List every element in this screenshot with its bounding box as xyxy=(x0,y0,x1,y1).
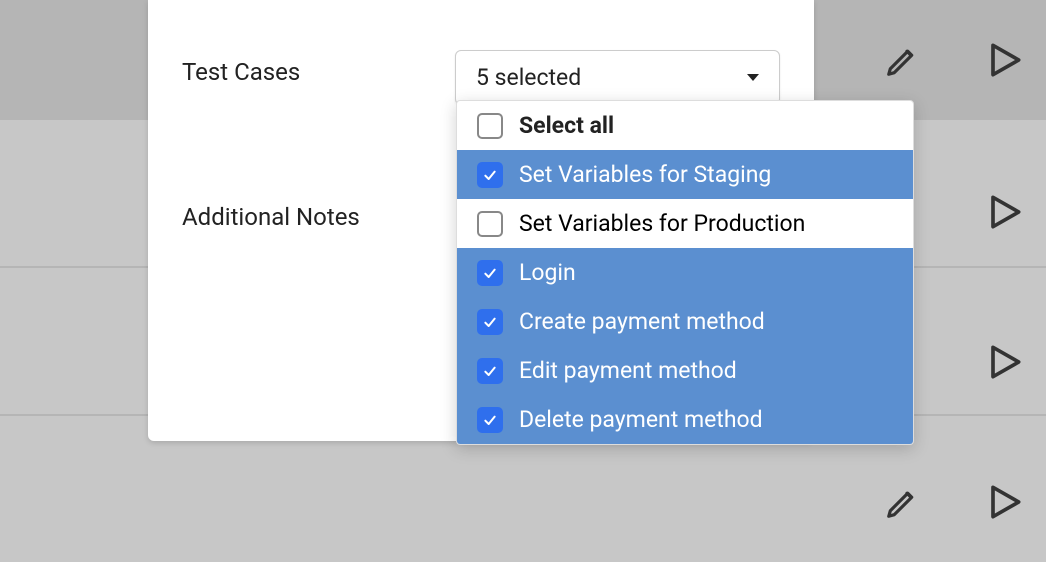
play-icon[interactable] xyxy=(982,340,1026,384)
dropdown-item[interactable]: Set Variables for Production xyxy=(457,199,913,248)
dropdown-item[interactable]: Set Variables for Staging xyxy=(457,150,913,199)
dropdown-item[interactable]: Create payment method xyxy=(457,297,913,346)
test-cases-dropdown: Select all Set Variables for Staging Set … xyxy=(456,100,914,445)
dropdown-item-label: Set Variables for Staging xyxy=(519,161,771,188)
checkbox-icon[interactable] xyxy=(477,113,503,139)
bg-row-actions xyxy=(884,480,1026,524)
play-icon[interactable] xyxy=(982,480,1026,524)
checkbox-checked-icon[interactable] xyxy=(477,358,503,384)
dropdown-item-label: Create payment method xyxy=(519,308,765,335)
dropdown-item[interactable]: Edit payment method xyxy=(457,346,913,395)
checkbox-checked-icon[interactable] xyxy=(477,162,503,188)
dropdown-item[interactable]: Delete payment method xyxy=(457,395,913,444)
form-row-test-cases: Test Cases 5 selected xyxy=(182,50,780,105)
test-cases-label: Test Cases xyxy=(182,50,455,86)
play-icon[interactable] xyxy=(982,38,1026,82)
additional-notes-label: Additional Notes xyxy=(182,195,456,231)
edit-icon[interactable] xyxy=(884,41,922,79)
checkbox-checked-icon[interactable] xyxy=(477,309,503,335)
checkbox-icon[interactable] xyxy=(477,211,503,237)
dropdown-item-select-all[interactable]: Select all xyxy=(457,101,913,150)
test-cases-select[interactable]: 5 selected xyxy=(455,50,780,105)
caret-down-icon xyxy=(747,74,759,81)
select-summary: 5 selected xyxy=(476,64,581,91)
test-cases-select-wrap: 5 selected xyxy=(455,50,780,105)
dropdown-item[interactable]: Login xyxy=(457,248,913,297)
bg-row-actions xyxy=(982,340,1026,384)
dropdown-item-label: Select all xyxy=(519,112,614,139)
bg-row-actions xyxy=(982,190,1026,234)
dropdown-item-label: Delete payment method xyxy=(519,406,763,433)
bg-row-actions xyxy=(884,38,1026,82)
dropdown-item-label: Set Variables for Production xyxy=(519,210,805,237)
edit-icon[interactable] xyxy=(884,483,922,521)
checkbox-checked-icon[interactable] xyxy=(477,407,503,433)
dropdown-item-label: Edit payment method xyxy=(519,357,737,384)
dropdown-item-label: Login xyxy=(519,259,576,286)
play-icon[interactable] xyxy=(982,190,1026,234)
checkbox-checked-icon[interactable] xyxy=(477,260,503,286)
